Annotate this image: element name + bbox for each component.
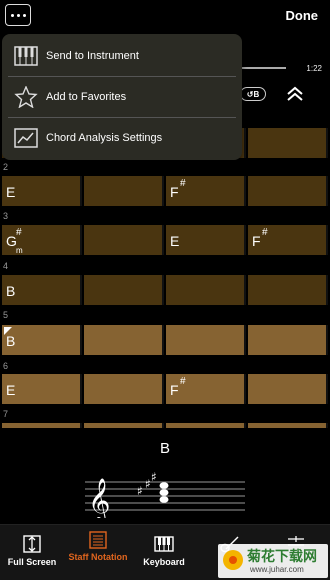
- chord-root: E: [170, 233, 180, 249]
- note-head: [159, 482, 169, 489]
- chord-cell[interactable]: B: [2, 275, 82, 305]
- current-chord: B: [159, 440, 170, 457]
- menu-item-add-to-favorites[interactable]: Add to Favorites: [2, 77, 242, 117]
- tab-label: Keyboard: [143, 557, 185, 567]
- done-button[interactable]: Done: [286, 8, 319, 23]
- chord-cell[interactable]: E: [2, 176, 82, 206]
- more-dot-icon: [16, 13, 20, 17]
- staff-notation: 𝄞 ♯ ♯ ♯: [85, 470, 245, 518]
- chord-sharp: #: [180, 178, 186, 189]
- menu-item-chord-analysis-settings[interactable]: Chord Analysis Settings: [2, 118, 242, 158]
- chord-root: F: [170, 382, 179, 398]
- chord-cell[interactable]: B: [2, 325, 82, 355]
- playback-progress-bar[interactable]: [240, 67, 286, 69]
- tab-label: Staff Notation: [68, 552, 128, 562]
- chord-cell[interactable]: [166, 325, 246, 355]
- more-dot-icon: [22, 13, 26, 17]
- more-options-button[interactable]: [5, 4, 31, 26]
- loop-icon: ↺: [246, 89, 254, 99]
- ab-loop-button[interactable]: ↺ B: [240, 87, 266, 101]
- loop-label: B: [253, 89, 260, 99]
- chord-row: E F #: [0, 176, 330, 206]
- chord-cell[interactable]: [248, 128, 328, 158]
- playback-time: 1:22: [306, 64, 322, 73]
- chord-row: E F #: [0, 374, 330, 404]
- tab-label: Full Screen: [7, 557, 57, 567]
- chord-row-current: B: [0, 325, 330, 355]
- chord-cell[interactable]: E: [2, 374, 82, 404]
- chord-cell[interactable]: [84, 325, 164, 355]
- chord-display: B 𝄞 ♯ ♯ ♯: [0, 428, 330, 524]
- bar-number: 6: [3, 361, 9, 371]
- chord-row: G # m E F #: [0, 225, 330, 255]
- more-dot-icon: [10, 13, 14, 17]
- chord-cell[interactable]: [248, 325, 328, 355]
- chord-cell[interactable]: [166, 275, 246, 305]
- options-menu: Send to Instrument Add to Favorites Chor…: [2, 34, 242, 160]
- bar-number: 5: [3, 310, 9, 320]
- chord-cell[interactable]: F #: [248, 225, 328, 255]
- chord-cell[interactable]: [84, 374, 164, 404]
- chord-cell[interactable]: [248, 176, 328, 206]
- top-bar: Done: [0, 0, 330, 34]
- chord-root: F: [170, 184, 179, 200]
- flower-logo-icon: [223, 550, 243, 570]
- tab-full-screen[interactable]: Full Screen: [0, 525, 64, 580]
- chord-sharp: #: [16, 227, 22, 238]
- chord-quality: m: [16, 246, 23, 255]
- chord-cell[interactable]: [84, 275, 164, 305]
- bar-number: 3: [3, 211, 9, 221]
- chord-cell[interactable]: [248, 275, 328, 305]
- piano-keys-icon: [14, 46, 38, 66]
- note-head: [159, 489, 169, 496]
- chord-root: F: [252, 233, 261, 249]
- chord-cell[interactable]: F #: [166, 176, 246, 206]
- fullscreen-icon: [23, 535, 41, 553]
- tab-staff-notation[interactable]: Staff Notation: [66, 525, 130, 580]
- chart-settings-icon: [14, 128, 38, 148]
- chord-cell[interactable]: E: [166, 225, 246, 255]
- chord-cell[interactable]: G # m: [2, 225, 82, 255]
- menu-item-label: Add to Favorites: [46, 91, 127, 103]
- menu-item-label: Send to Instrument: [46, 50, 139, 62]
- chord-row: B: [0, 275, 330, 305]
- chord-cell[interactable]: [84, 176, 164, 206]
- bar-number: 7: [3, 409, 9, 419]
- sharp-icon: ♯: [137, 484, 143, 498]
- keyboard-icon: [154, 536, 174, 552]
- menu-item-send-to-instrument[interactable]: Send to Instrument: [2, 36, 242, 76]
- bar-number: 4: [3, 261, 9, 271]
- note-head: [159, 496, 169, 503]
- chord-cell[interactable]: [84, 225, 164, 255]
- star-icon: [14, 86, 38, 108]
- chord-cell[interactable]: F #: [166, 374, 246, 404]
- treble-clef-icon: 𝄞: [88, 478, 110, 518]
- sharp-icon: ♯: [145, 477, 151, 491]
- menu-item-label: Chord Analysis Settings: [46, 132, 163, 144]
- chord-root: E: [6, 184, 16, 200]
- tab-keyboard[interactable]: Keyboard: [132, 525, 196, 580]
- chord-root: B: [6, 283, 16, 299]
- chord-sharp: #: [180, 376, 186, 387]
- chord-root: E: [6, 382, 16, 398]
- staff-notation-icon: [89, 531, 107, 549]
- chord-cell[interactable]: [248, 374, 328, 404]
- bar-number: 2: [3, 162, 9, 172]
- sharp-icon: ♯: [151, 470, 157, 484]
- watermark-brand: 菊花下载网: [247, 549, 317, 565]
- watermark-url: www.juhar.com: [250, 565, 304, 574]
- chord-sharp: #: [262, 227, 268, 238]
- collapse-up-icon[interactable]: [285, 84, 305, 104]
- chord-root: B: [6, 333, 16, 349]
- watermark: 菊花下载网 www.juhar.com: [218, 544, 328, 578]
